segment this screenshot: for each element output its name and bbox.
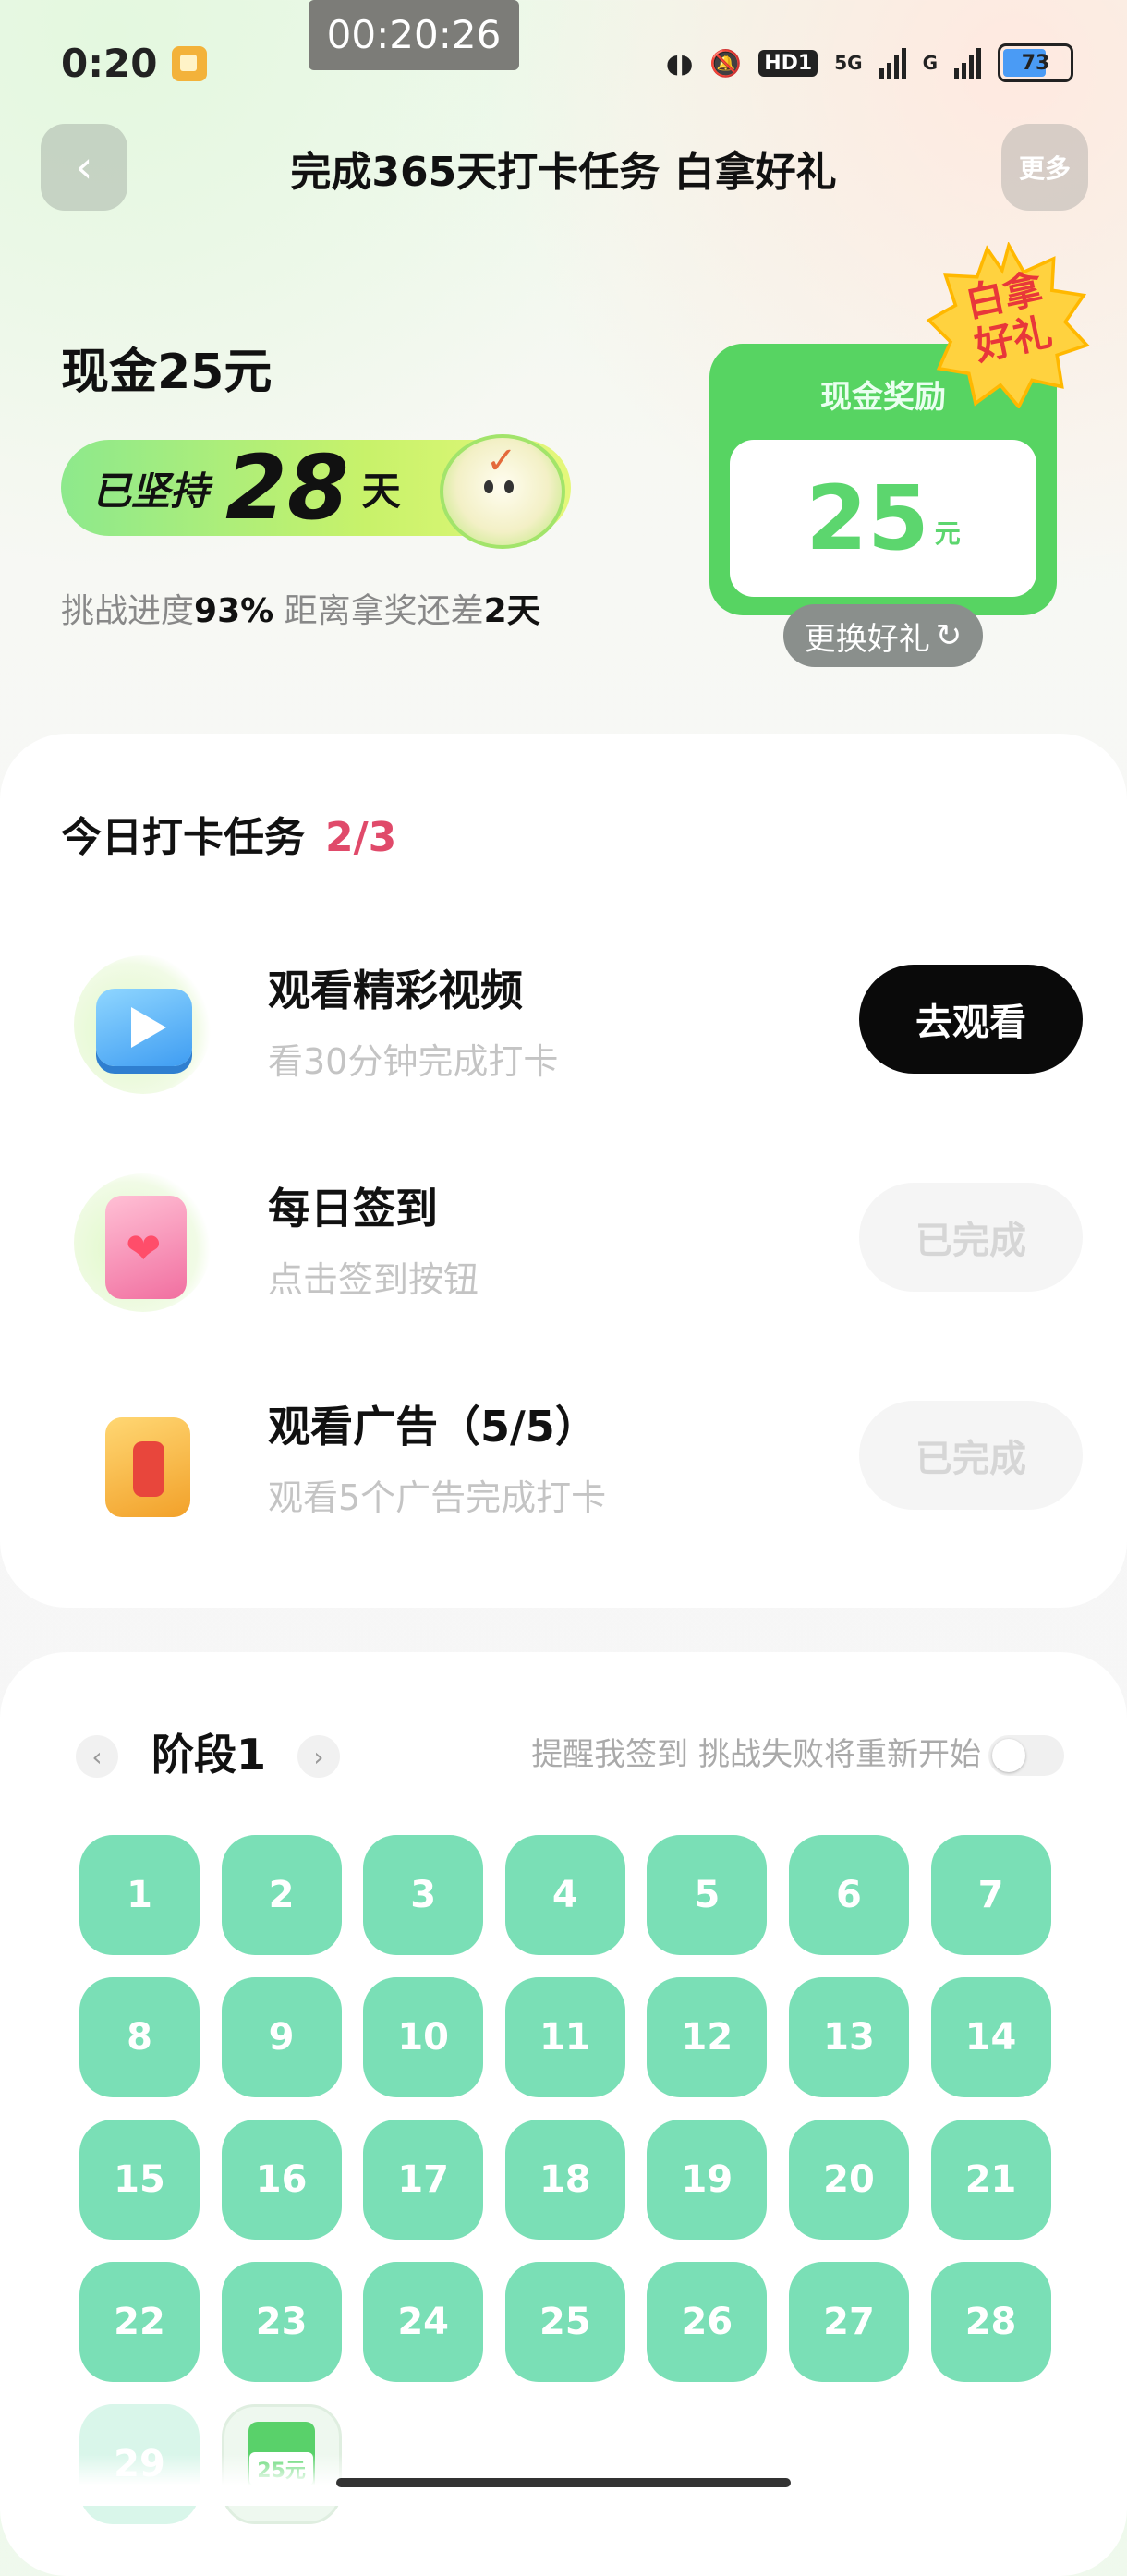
page-title: 完成365天打卡任务 白拿好礼 bbox=[290, 149, 837, 196]
day-cell-28[interactable]: 28 bbox=[930, 2262, 1051, 2382]
reminder-toggle[interactable] bbox=[988, 1735, 1064, 1776]
chevron-left-icon: ‹ bbox=[91, 1741, 103, 1772]
prev-stage-button[interactable]: ‹ bbox=[76, 1735, 118, 1778]
task-name: 每日签到 bbox=[268, 1184, 438, 1233]
reward-card-amount: 25 bbox=[806, 467, 929, 570]
day-cell-17[interactable]: 17 bbox=[363, 2120, 484, 2240]
reward-card-amount-box: 25 元 bbox=[730, 440, 1036, 597]
task-desc: 看30分钟完成打卡 bbox=[268, 1041, 559, 1082]
day-cell-22[interactable]: 22 bbox=[79, 2262, 200, 2382]
status-bar: 0:20 00:20:26 ◖◗ 🔕 HD1 5G G 73 bbox=[0, 0, 1127, 111]
reminder-text: 提醒我签到 挑战失败将重新开始 bbox=[531, 1736, 981, 1773]
streak-banner: 已坚持 28 天 bbox=[61, 434, 571, 549]
task-item-daily-checkin: 每日签到 点击签到按钮 已完成 bbox=[0, 1153, 1127, 1338]
battery-level: 73 bbox=[1021, 51, 1050, 75]
day-cell-18[interactable]: 18 bbox=[504, 2120, 625, 2240]
cash-reward-title: 现金25元 bbox=[61, 345, 273, 400]
day-cell-14[interactable]: 14 bbox=[930, 1977, 1051, 2097]
day-cell-11[interactable]: 11 bbox=[504, 1977, 625, 2097]
screen-record-timer: 00:20:26 bbox=[309, 0, 519, 70]
signal-5g-label: 5G bbox=[834, 52, 863, 74]
signal-strength-icon bbox=[879, 46, 906, 79]
swap-gift-button[interactable]: 更换好礼 ↻ bbox=[783, 604, 983, 667]
day-cell-13[interactable]: 13 bbox=[788, 1977, 909, 2097]
reward-card-unit: 元 bbox=[934, 518, 961, 549]
streak-prefix: 已坚持 bbox=[92, 468, 210, 514]
day-cell-26[interactable]: 26 bbox=[647, 2262, 768, 2382]
day-cell-19[interactable]: 19 bbox=[647, 2120, 768, 2240]
day-cell-10[interactable]: 10 bbox=[363, 1977, 484, 2097]
day-cell-20[interactable]: 20 bbox=[788, 2120, 909, 2240]
mute-bell-icon: 🔕 bbox=[709, 47, 743, 79]
daily-tasks-card: 今日打卡任务 2/3 观看精彩视频 看30分钟完成打卡 去观看 每日签到 点击签到… bbox=[0, 734, 1127, 1608]
day-cell-1[interactable]: 1 bbox=[79, 1835, 200, 1955]
progress-value: 93% bbox=[194, 592, 274, 630]
more-button[interactable]: 更多 bbox=[1001, 124, 1088, 211]
challenge-progress-text: 挑战进度93% 距离拿奖还差2天 bbox=[61, 584, 540, 632]
signal-g-label: G bbox=[922, 52, 938, 74]
remaining-days: 2天 bbox=[483, 592, 540, 630]
daily-tasks-heading: 今日打卡任务 2/3 bbox=[61, 804, 396, 863]
checkin-done-button[interactable]: 已完成 bbox=[859, 1183, 1083, 1292]
day-cell-27[interactable]: 27 bbox=[788, 2262, 909, 2382]
status-icons: ◖◗ 🔕 HD1 5G G 73 bbox=[666, 43, 1073, 83]
day-cell-21[interactable]: 21 bbox=[930, 2120, 1051, 2240]
swap-gift-label: 更换好礼 bbox=[804, 620, 930, 658]
notification-app-icon bbox=[172, 46, 207, 81]
ads-done-button[interactable]: 已完成 bbox=[859, 1401, 1083, 1510]
streak-days: 28 bbox=[225, 436, 349, 540]
task-item-watch-ads: 观看广告（5/5） 观看5个广告完成打卡 已完成 bbox=[0, 1371, 1127, 1556]
stage-label: 阶段1 bbox=[151, 1730, 267, 1780]
free-gift-badge: 白拿 好礼 bbox=[926, 240, 1092, 410]
progress-middle: 距离拿奖还差 bbox=[273, 592, 484, 630]
day-cell-6[interactable]: 6 bbox=[788, 1835, 909, 1955]
streak-unit: 天 bbox=[361, 468, 401, 514]
tasks-count: 2/3 bbox=[325, 814, 397, 861]
calendar-header: ‹ 阶段1 › 提醒我签到 挑战失败将重新开始 bbox=[76, 1722, 1064, 1787]
day-cell-15[interactable]: 15 bbox=[79, 2120, 200, 2240]
task-name: 观看广告（5/5） bbox=[268, 1402, 598, 1452]
status-time: 0:20 bbox=[61, 41, 158, 86]
home-indicator[interactable] bbox=[336, 2478, 791, 2487]
go-watch-button[interactable]: 去观看 bbox=[859, 965, 1083, 1074]
next-stage-button[interactable]: › bbox=[297, 1735, 340, 1778]
checkin-calendar-card: ‹ 阶段1 › 提醒我签到 挑战失败将重新开始 1 2 3 4 5 6 7 8 9 10 11 12 1… bbox=[0, 1652, 1127, 2576]
day-cell-16[interactable]: 16 bbox=[221, 2120, 342, 2240]
task-item-watch-video: 观看精彩视频 看30分钟完成打卡 去观看 bbox=[0, 935, 1127, 1120]
video-play-icon bbox=[74, 955, 212, 1094]
hd-badge: HD1 bbox=[758, 49, 818, 77]
day-grid: 1 2 3 4 5 6 7 8 9 10 11 12 13 14 15 16 17 18 19 20 21 22 23 24 2… bbox=[79, 1835, 1051, 2524]
task-desc: 点击签到按钮 bbox=[268, 1259, 479, 1300]
task-desc: 观看5个广告完成打卡 bbox=[268, 1477, 607, 1518]
day-cell-7[interactable]: 7 bbox=[930, 1835, 1051, 1955]
day-cell-5[interactable]: 5 bbox=[647, 1835, 768, 1955]
battery-icon: 73 bbox=[998, 43, 1073, 82]
earbuds-icon: ◖◗ bbox=[665, 47, 694, 79]
day-cell-23[interactable]: 23 bbox=[221, 2262, 342, 2382]
task-name: 观看精彩视频 bbox=[268, 966, 523, 1015]
calendar-heart-icon bbox=[74, 1173, 212, 1312]
chevron-right-icon: › bbox=[313, 1741, 324, 1772]
day-cell-12[interactable]: 12 bbox=[647, 1977, 768, 2097]
tasks-heading-label: 今日打卡任务 bbox=[61, 814, 305, 861]
day-cell-24[interactable]: 24 bbox=[363, 2262, 484, 2382]
day-cell-2[interactable]: 2 bbox=[221, 1835, 342, 1955]
day-cell-25[interactable]: 25 bbox=[504, 2262, 625, 2382]
day-cell-9[interactable]: 9 bbox=[221, 1977, 342, 2097]
refresh-icon: ↻ bbox=[935, 617, 963, 654]
progress-prefix: 挑战进度 bbox=[61, 592, 195, 630]
day-cell-4[interactable]: 4 bbox=[504, 1835, 625, 1955]
gift-box-icon bbox=[74, 1391, 212, 1530]
day-cell-3[interactable]: 3 bbox=[363, 1835, 484, 1955]
signal-strength-2-icon bbox=[954, 46, 981, 79]
day-cell-8[interactable]: 8 bbox=[79, 1977, 200, 2097]
mascot-icon bbox=[440, 434, 565, 549]
